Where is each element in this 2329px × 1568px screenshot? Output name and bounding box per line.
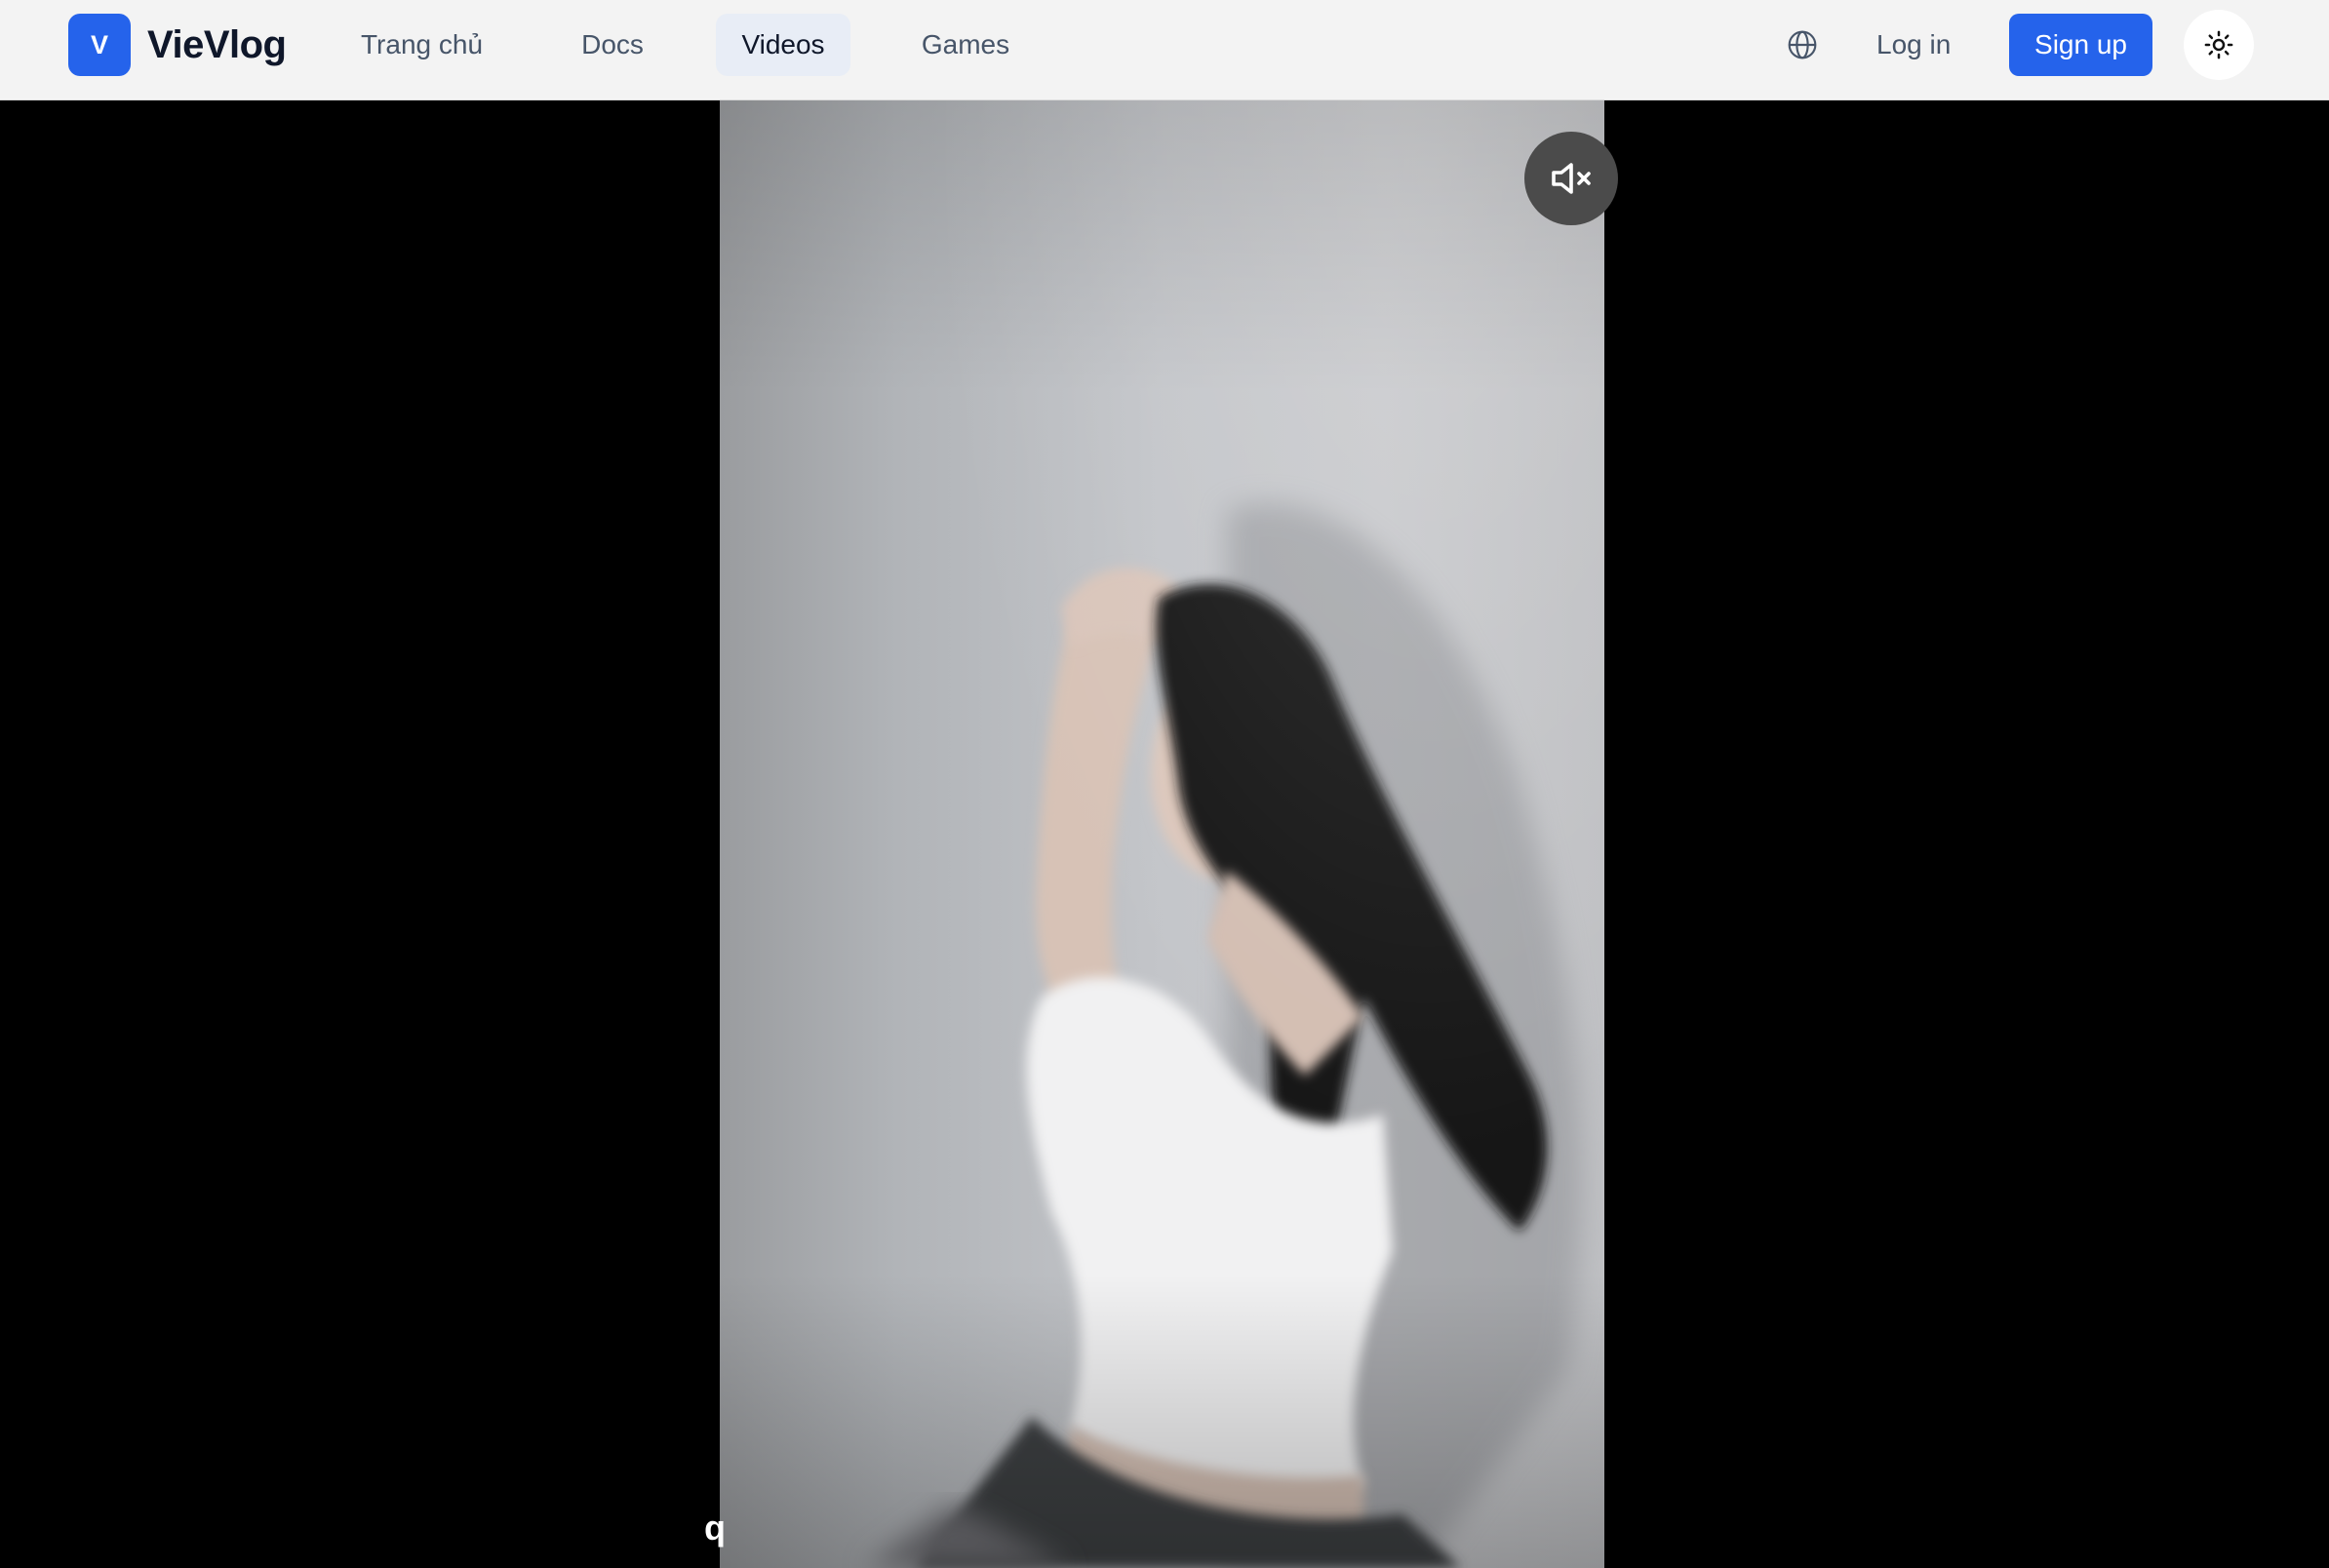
signup-button[interactable]: Sign up xyxy=(2009,14,2152,76)
globe-icon xyxy=(1788,30,1817,59)
nav-link-trang-chu[interactable]: Trang chủ xyxy=(336,14,507,76)
brand-home-link[interactable]: V VieVlog xyxy=(68,14,287,76)
theme-toggle-button[interactable] xyxy=(2184,10,2254,80)
logo-badge: V xyxy=(68,14,131,76)
nav-link-docs[interactable]: Docs xyxy=(560,14,665,76)
nav-link-videos[interactable]: Videos xyxy=(716,14,850,76)
login-link[interactable]: Log in xyxy=(1876,14,1951,76)
mute-toggle-button[interactable] xyxy=(1524,132,1618,225)
video-stage: q xyxy=(0,100,2329,1568)
nav-link-games[interactable]: Games xyxy=(902,14,1029,76)
video-caption: q xyxy=(704,1508,726,1548)
language-button[interactable] xyxy=(1781,23,1824,66)
speaker-muted-icon xyxy=(1552,163,1591,194)
video-vignette xyxy=(720,100,1604,1568)
sun-icon xyxy=(2204,30,2233,59)
video-player[interactable] xyxy=(720,100,1604,1568)
top-navbar: V VieVlog Trang chủ Docs Videos Games Lo… xyxy=(0,0,2329,100)
brand-name: VieVlog xyxy=(147,22,287,66)
